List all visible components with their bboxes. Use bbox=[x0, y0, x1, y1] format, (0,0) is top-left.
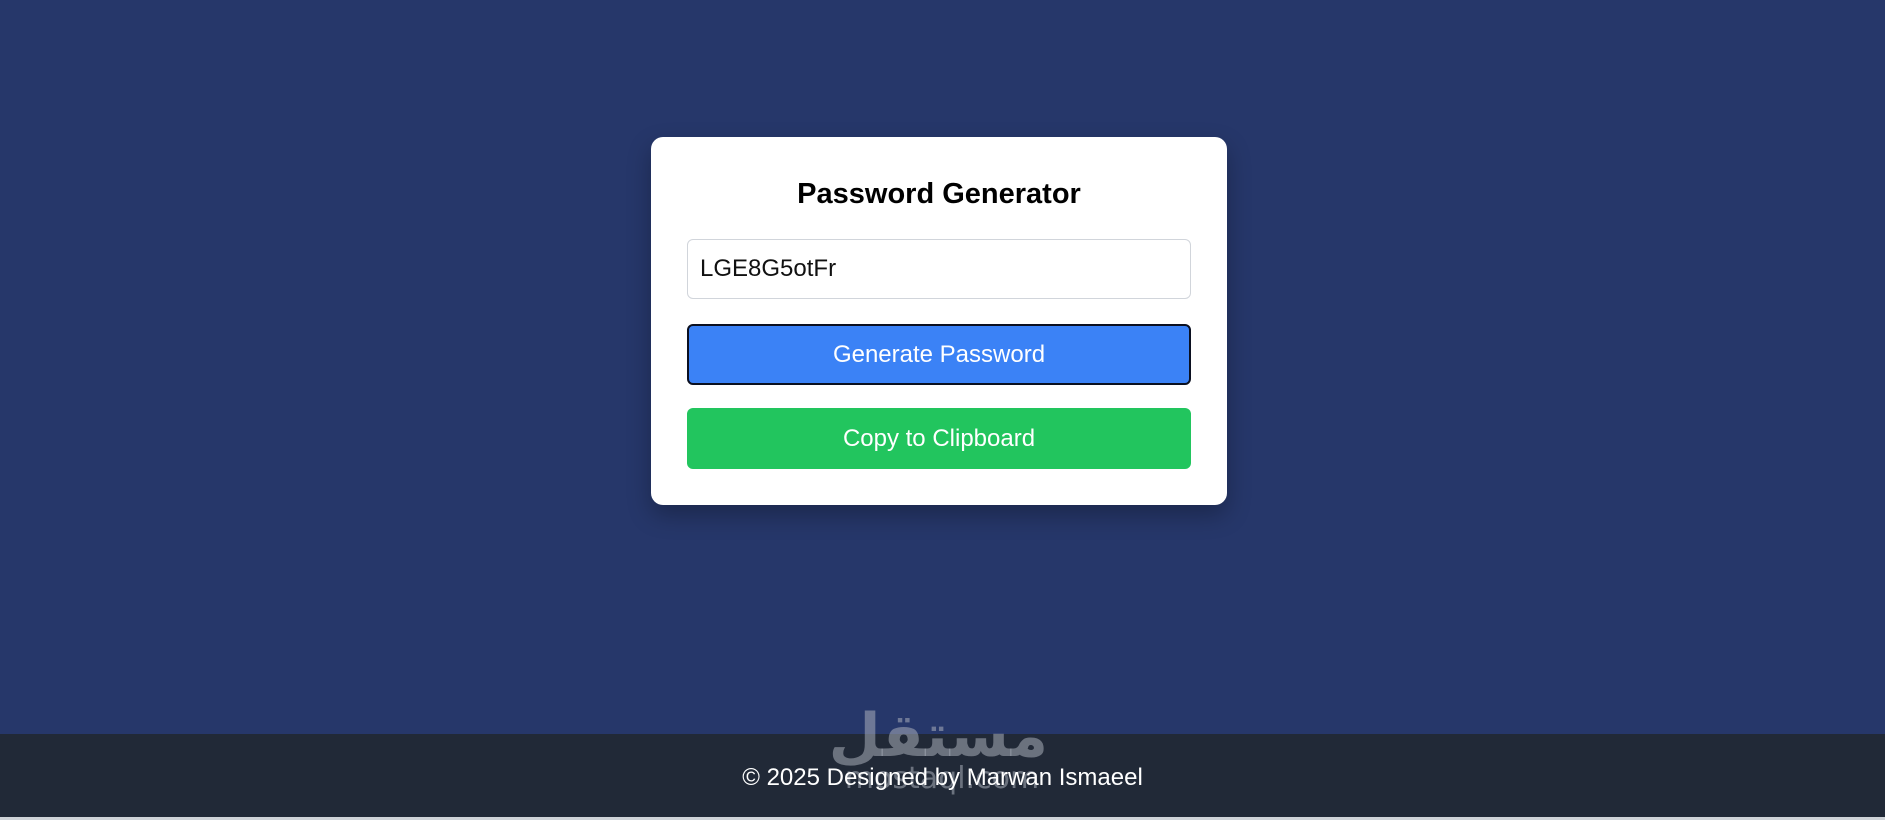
card-title: Password Generator bbox=[797, 178, 1081, 210]
copy-to-clipboard-button[interactable]: Copy to Clipboard bbox=[687, 408, 1191, 469]
footer-credit: © 2025 Designed by Marwan Ismaeel bbox=[742, 764, 1143, 791]
password-generator-card: Password Generator Generate Password Cop… bbox=[651, 137, 1227, 505]
generate-password-button[interactable]: Generate Password bbox=[687, 324, 1191, 385]
password-output-field[interactable] bbox=[687, 239, 1191, 299]
